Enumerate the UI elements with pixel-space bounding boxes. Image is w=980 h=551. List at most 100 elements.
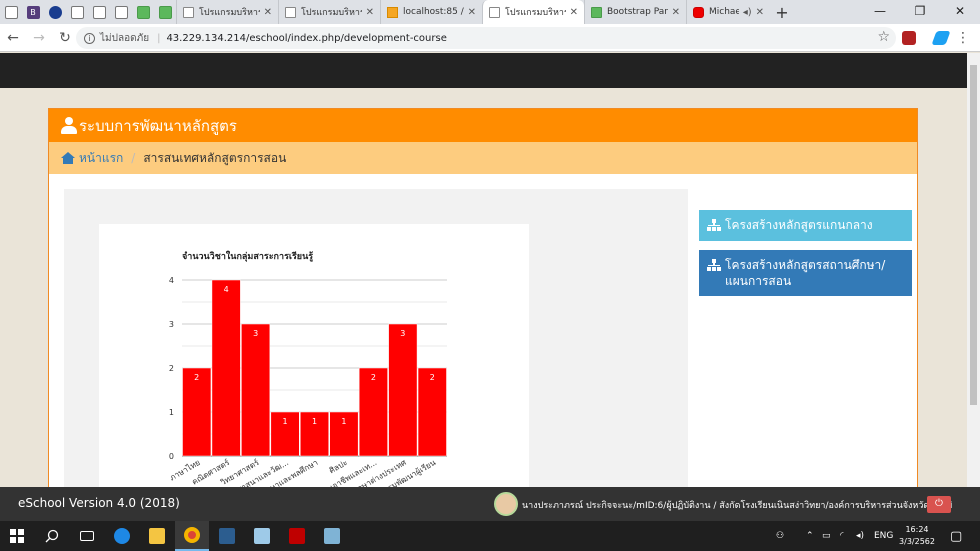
bar-value-label: 1 <box>341 417 346 426</box>
subject-count-chart: จำนวนวิชาในกลุ่มสาระการเรียนรู้012342ภาษ… <box>168 250 447 511</box>
logout-power-icon[interactable]: ⏻ <box>927 496 951 513</box>
breadcrumb-home-link[interactable]: หน้าแรก <box>61 149 123 168</box>
menu-icon[interactable]: ⋮ <box>956 30 970 46</box>
people-icon[interactable]: ⚇ <box>776 521 784 551</box>
pinned-tab-7[interactable] <box>132 0 154 24</box>
bookmark-star-icon[interactable]: ☆ <box>877 29 890 45</box>
close-window-icon[interactable]: ✕ <box>940 0 980 24</box>
speaker-icon[interactable]: ◂) <box>743 7 752 18</box>
windows-taskbar: ⚇ ⌃ ▭ ◜ ◂) ENG 16:24 3/3/2562 ▢ <box>0 521 980 551</box>
school-curriculum-button[interactable]: โครงสร้างหลักสูตรสถานศึกษา/แผนการสอน <box>699 250 912 296</box>
page-scrollbar[interactable] <box>967 53 980 487</box>
notepad-icon[interactable] <box>315 521 349 551</box>
ublock-icon[interactable] <box>902 31 916 45</box>
bar-value-label: 1 <box>283 417 288 426</box>
wifi-icon[interactable]: ◜ <box>840 521 844 551</box>
filezilla-icon[interactable] <box>280 521 314 551</box>
pinned-tab-8[interactable] <box>154 0 176 24</box>
close-icon[interactable]: ✕ <box>672 7 680 18</box>
browser-tab[interactable]: โปรแกรมบริหาร ✕ <box>278 0 380 24</box>
clock-date: 3/3/2562 <box>899 537 935 546</box>
code-icon <box>136 5 150 19</box>
user-icon <box>61 116 77 135</box>
y-tick-label: 2 <box>169 364 174 373</box>
omnibox[interactable]: i ไม่ปลอดภัย | 43.229.134.214/eschool/in… <box>76 27 896 49</box>
chrome-icon[interactable] <box>175 521 209 551</box>
divider: | <box>157 32 161 44</box>
chart-container: จำนวนวิชาในกลุ่มสาระการเรียนรู้ 0 1 2 3 4 2 ภาษ… <box>64 189 688 511</box>
pinned-tab-4[interactable] <box>66 0 88 24</box>
close-icon[interactable]: ✕ <box>264 7 272 18</box>
doc-icon <box>183 6 194 18</box>
doc-icon <box>285 6 296 18</box>
url-text: 43.229.134.214/eschool/index.php/develop… <box>166 32 447 44</box>
y-tick-label: 3 <box>169 320 174 329</box>
y-tick-label: 0 <box>169 452 174 461</box>
bar-value-label: 1 <box>312 417 317 426</box>
bar-value-label: 3 <box>253 329 258 338</box>
browser-tab-strip: B โปรแกรมบริหาร ✕ โปรแกรมบริหาร ✕ localh… <box>0 0 980 24</box>
notification-icon[interactable]: ▢ <box>950 521 962 551</box>
browser-tab[interactable]: Bootstrap Pan ✕ <box>584 0 686 24</box>
new-tab-button[interactable]: + <box>770 0 794 24</box>
battery-icon[interactable]: ▭ <box>822 521 831 551</box>
y-tick-label: 4 <box>169 276 174 285</box>
close-icon[interactable]: ✕ <box>366 7 374 18</box>
bar-value-label: 3 <box>400 329 405 338</box>
edge-icon[interactable] <box>105 521 139 551</box>
chart-card: จำนวนวิชาในกลุ่มสาระการเรียนรู้ 0 1 2 3 4 2 ภาษ… <box>99 224 529 511</box>
pinned-tab-6[interactable] <box>110 0 132 24</box>
language-indicator[interactable]: ENG <box>874 521 893 551</box>
pinned-tab-2[interactable]: B <box>22 0 44 24</box>
forward-icon[interactable]: → <box>26 30 52 46</box>
restore-icon[interactable]: ❐ <box>900 0 940 24</box>
chevron-up-icon[interactable]: ⌃ <box>806 521 814 551</box>
bar-value-label: 2 <box>371 373 376 382</box>
scrollbar-thumb[interactable] <box>970 65 977 405</box>
x-tick-label: ศิลปะ <box>328 458 349 475</box>
bootstrap-icon: B <box>26 5 40 19</box>
vscode-icon[interactable] <box>210 521 244 551</box>
windows-start-icon[interactable] <box>0 521 34 551</box>
system-clock[interactable]: 16:24 3/3/2562 <box>896 524 938 548</box>
reload-icon[interactable]: ↻ <box>52 30 78 46</box>
browser-tab-active[interactable]: โปรแกรมบริหาร ✕ <box>482 0 584 24</box>
code-icon <box>158 5 172 19</box>
volume-icon[interactable]: ◂) <box>856 521 864 551</box>
browser-tab[interactable]: localhost:85 / ✕ <box>380 0 482 24</box>
panel-title: ระบบการพัฒนาหลักสูตร <box>79 116 237 135</box>
site-footer: eSchool Version 4.0 (2018) นางประภาภรณ์ … <box>0 487 980 521</box>
browser-tab[interactable]: Michael ◂) ✕ <box>686 0 770 24</box>
close-icon[interactable]: ✕ <box>756 7 764 18</box>
search-icon[interactable] <box>35 521 69 551</box>
tab-title: โปรแกรมบริหาร <box>505 8 566 18</box>
close-icon[interactable]: ✕ <box>570 7 578 18</box>
breadcrumb: หน้าแรก / สารสนเทศหลักสูตรการสอน <box>49 142 917 174</box>
core-curriculum-button[interactable]: โครงสร้างหลักสูตรแกนกลาง <box>699 210 912 241</box>
task-view-icon[interactable] <box>70 521 104 551</box>
home-icon <box>61 152 75 164</box>
pinned-tab-5[interactable] <box>88 0 110 24</box>
panel-heading: ระบบการพัฒนาหลักสูตร <box>49 109 917 142</box>
back-icon[interactable]: ← <box>0 30 26 46</box>
sitemap-icon <box>707 259 721 271</box>
info-icon[interactable]: i <box>84 32 95 44</box>
clock-time: 16:24 <box>905 525 929 534</box>
core-curriculum-label: โครงสร้างหลักสูตรแกนกลาง <box>725 218 873 232</box>
pinned-tab-3[interactable] <box>44 0 66 24</box>
sitemap-icon <box>707 219 721 231</box>
security-label: ไม่ปลอดภัย <box>100 32 150 44</box>
virtualbox-icon[interactable] <box>245 521 279 551</box>
site-navbar <box>0 53 967 88</box>
bar <box>388 323 418 457</box>
file-explorer-icon[interactable] <box>140 521 174 551</box>
pinned-tab-1[interactable] <box>0 0 22 24</box>
tab-title: Bootstrap Pan <box>607 7 668 17</box>
bar-value-label: 4 <box>224 285 229 294</box>
window-controls: — ❐ ✕ <box>860 0 980 24</box>
address-bar-row: ← → ↻ i ไม่ปลอดภัย | 43.229.134.214/esch… <box>0 24 980 52</box>
minimize-icon[interactable]: — <box>860 0 900 24</box>
breadcrumb-separator: / <box>131 151 136 165</box>
close-icon[interactable]: ✕ <box>468 7 476 18</box>
browser-tab[interactable]: โปรแกรมบริหาร ✕ <box>176 0 278 24</box>
